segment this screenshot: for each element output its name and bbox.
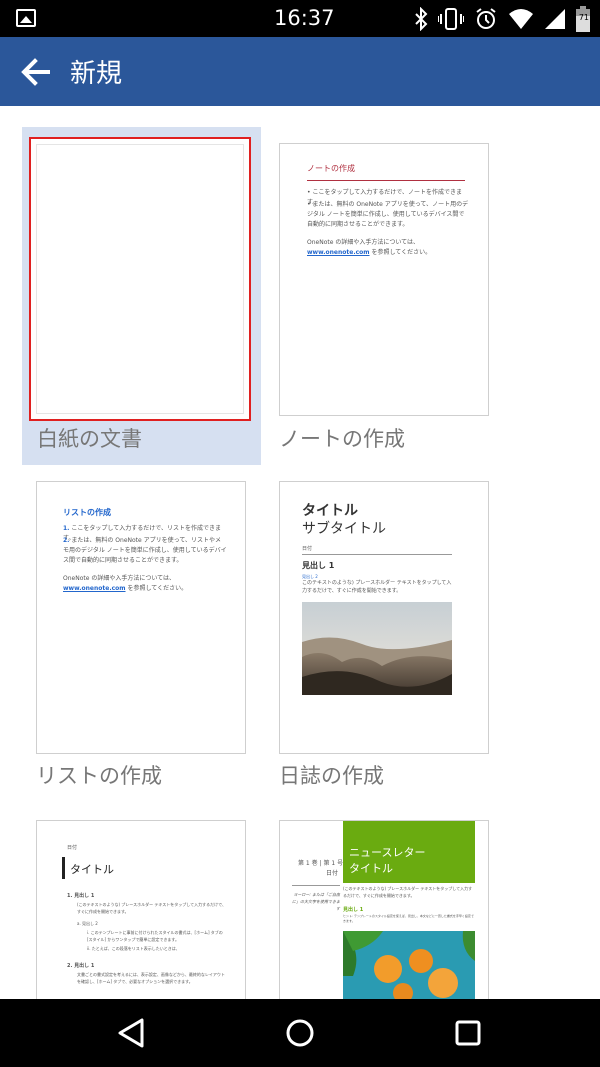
template-thumbnail: ノートの作成 • ここをタップして入力するだけで、ノートを作成できます。 • ま… <box>279 143 489 416</box>
alarm-icon <box>476 8 496 29</box>
template-thumbnail: タイトル サブタイトル 日付 見出し 1 見出し 2 このテキストのような) プ… <box>279 481 489 754</box>
template-thumbnail: リストの作成 1. ここをタップして入力するだけで、リストを作成できます。 2.… <box>36 481 246 754</box>
template-journal[interactable]: タイトル サブタイトル 日付 見出し 1 見出し 2 このテキストのような) プ… <box>270 466 500 796</box>
wifi-icon <box>509 9 533 29</box>
app-bar: 新規 <box>0 37 600 106</box>
status-bar: 16:37 71 <box>0 0 600 37</box>
template-newsletter[interactable]: ニュースレター タイトル 第 1 巻 | 第 1 号 日付 ヨーロー: または「… <box>270 806 500 999</box>
arrow-left-icon[interactable] <box>20 57 50 87</box>
template-thumbnail: ニュースレター タイトル 第 1 巻 | 第 1 号 日付 ヨーロー: または「… <box>279 820 489 999</box>
template-label: 白紙の文書 <box>37 427 142 451</box>
navigation-bar <box>0 999 600 1067</box>
template-outline[interactable]: 日付 タイトル 1. 見出し 1 (このテキストのような) プレースホルダー テ… <box>22 806 261 999</box>
status-icons: 71 <box>414 5 590 33</box>
template-blank-document[interactable]: 白紙の文書 <box>22 127 261 465</box>
template-grid: 白紙の文書 ノートの作成 • ここをタップして入力するだけで、ノートを作成できま… <box>0 106 600 999</box>
battery-level: 71 <box>578 13 589 22</box>
template-thumbnail <box>29 137 251 421</box>
template-label: 日誌の作成 <box>279 764 384 788</box>
page-title: 新規 <box>70 59 123 89</box>
bluetooth-icon <box>415 7 428 31</box>
vibrate-icon <box>438 8 464 30</box>
fruit-photo <box>343 931 475 999</box>
signal-icon <box>545 9 565 29</box>
recents-square-icon[interactable] <box>450 1015 486 1051</box>
status-time: 16:37 <box>274 6 335 30</box>
canyon-photo <box>302 602 452 695</box>
gallery-icon <box>16 9 36 27</box>
template-label: ノートの作成 <box>279 427 405 451</box>
template-list[interactable]: リストの作成 1. ここをタップして入力するだけで、リストを作成できます。 2.… <box>22 466 261 796</box>
back-triangle-icon[interactable] <box>114 1015 150 1051</box>
home-circle-icon[interactable] <box>282 1015 318 1051</box>
template-label: リストの作成 <box>36 764 162 788</box>
template-note[interactable]: ノートの作成 • ここをタップして入力するだけで、ノートを作成できます。 • ま… <box>270 127 500 465</box>
template-thumbnail: 日付 タイトル 1. 見出し 1 (このテキストのような) プレースホルダー テ… <box>36 820 246 999</box>
